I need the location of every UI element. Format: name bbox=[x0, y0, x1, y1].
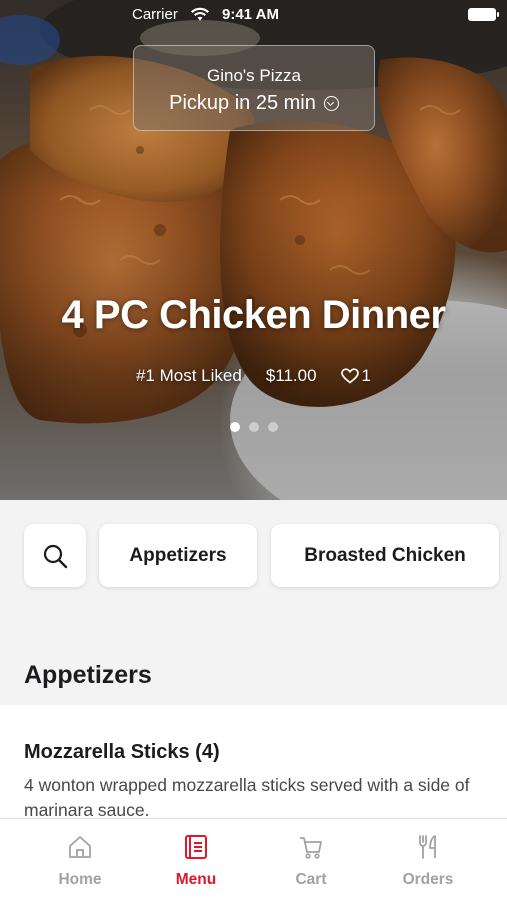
status-bar: Carrier 9:41 AM bbox=[0, 0, 507, 30]
store-name: Gino's Pizza bbox=[207, 66, 301, 85]
menu-item-name: Mozzarella Sticks (4) bbox=[24, 741, 220, 763]
category-chip-appetizers[interactable]: Appetizers bbox=[99, 524, 257, 587]
tab-label: Home bbox=[58, 871, 102, 888]
fork-knife-icon bbox=[419, 835, 436, 859]
home-icon bbox=[69, 836, 91, 858]
carousel-dot[interactable] bbox=[267, 422, 278, 432]
clock: 9:41 AM bbox=[222, 6, 279, 23]
carousel-dot[interactable] bbox=[229, 422, 240, 432]
section-title: Appetizers bbox=[24, 661, 152, 689]
category-chip-broasted-chicken[interactable]: Broasted Chicken bbox=[271, 524, 499, 587]
featured-item-hero[interactable]: Carrier 9:41 AM Gino's Pizza Pickup in 2… bbox=[0, 0, 507, 500]
featured-item-meta: #1 Most Liked $11.00 1 bbox=[0, 366, 507, 386]
tab-label: Cart bbox=[295, 871, 327, 888]
tab-menu[interactable]: Menu bbox=[138, 819, 254, 900]
like-count-value: 1 bbox=[361, 366, 372, 385]
search-icon bbox=[43, 544, 68, 568]
carousel-page-indicator[interactable] bbox=[0, 422, 507, 432]
menu-item-description: 4 wonton wrapped mozzarella sticks serve… bbox=[24, 775, 470, 820]
store-pickup-selector[interactable]: Gino's Pizza Pickup in 25 min bbox=[133, 45, 375, 131]
popularity-tag: #1 Most Liked bbox=[135, 366, 242, 385]
tab-orders[interactable]: Orders bbox=[370, 819, 486, 900]
wifi-icon bbox=[191, 7, 209, 21]
cart-icon bbox=[300, 837, 322, 859]
menu-item-list: Mozzarella Sticks (4) 4 wonton wrapped m… bbox=[0, 705, 507, 825]
menu-book-icon bbox=[185, 835, 207, 859]
featured-item-title: 4 PC Chicken Dinner bbox=[61, 293, 446, 337]
tab-cart[interactable]: Cart bbox=[253, 819, 369, 900]
tab-home[interactable]: Home bbox=[22, 819, 138, 900]
tab-label: Menu bbox=[175, 871, 217, 888]
pickup-time-label: Pickup in 25 min bbox=[169, 92, 316, 114]
tab-label: Orders bbox=[402, 871, 454, 888]
carousel-dot[interactable] bbox=[248, 422, 259, 432]
like-count[interactable]: 1 bbox=[340, 366, 372, 386]
carrier-label: Carrier bbox=[132, 6, 178, 23]
pickup-time-row: Pickup in 25 min bbox=[134, 92, 374, 115]
chevron-down-icon bbox=[323, 96, 339, 111]
featured-item-price: $11.00 bbox=[265, 366, 317, 385]
tab-bar: Home Menu Cart Orders bbox=[0, 818, 507, 900]
battery-icon bbox=[468, 8, 499, 21]
heart-icon bbox=[340, 368, 359, 384]
search-button[interactable] bbox=[24, 524, 86, 587]
